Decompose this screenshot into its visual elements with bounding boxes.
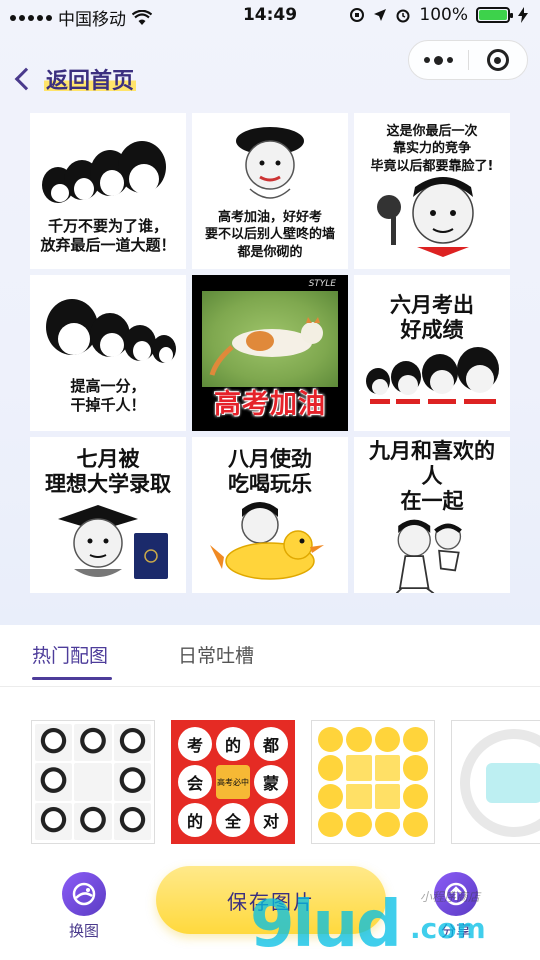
ring-center xyxy=(486,763,540,803)
style-tag: STYLE xyxy=(308,279,336,289)
char-tile: 蒙 xyxy=(254,765,288,799)
alarm-icon xyxy=(396,9,410,23)
save-image-button[interactable]: 保存图片 xyxy=(156,866,386,934)
share-label: 分享 xyxy=(440,922,471,940)
active-tab-indicator xyxy=(32,677,112,680)
meme-caption-7: 七月被 理想大学录取 xyxy=(45,446,171,496)
upload-icon xyxy=(434,872,478,916)
swap-icon xyxy=(62,872,106,916)
meme-grid: 千万不要为了谁， 放弃最后一道大题！ 高考加油，好好考 要不以后别人壁咚的墙 都… xyxy=(30,113,510,593)
char-tile: 会 xyxy=(178,765,212,799)
template-thumbnails: 考 的 都 会 高考必中 蒙 的 全 对 xyxy=(0,690,540,860)
status-bar: 中国移动 14:49 100% xyxy=(0,0,540,30)
meme-cell-5[interactable]: STYLE 高考加油 xyxy=(192,275,348,431)
cat-image xyxy=(209,317,323,376)
meme-cell-2[interactable]: 高考加油，好好考 要不以后别人壁咚的墙 都是你砌的 xyxy=(192,113,348,269)
more-menu-button[interactable] xyxy=(409,55,468,65)
tab-daily-rant[interactable]: 日常吐槽 xyxy=(178,641,254,668)
meme-caption-9: 九月和喜欢的人 在一起 xyxy=(369,439,495,514)
swap-image-label: 换图 xyxy=(68,922,99,940)
meme-caption-6: 六月考出 好成绩 xyxy=(390,292,474,342)
battery-percent: 100% xyxy=(419,5,468,25)
swap-image-button[interactable]: 换图 xyxy=(54,872,114,941)
meme-cell-6[interactable]: 六月考出 好成绩 xyxy=(354,275,510,431)
miniprogram-capsule xyxy=(408,40,528,80)
meme-caption-2: 高考加油，好好考 要不以后别人壁咚的墙 都是你砌的 xyxy=(204,209,335,260)
emoji-grid xyxy=(312,721,434,843)
char-tile: 的 xyxy=(216,727,250,761)
meme-caption-4: 提高一分， 干掉千人！ xyxy=(70,376,146,415)
char-tile: 都 xyxy=(254,727,288,761)
meme-cell-9[interactable]: 九月和喜欢的人 在一起 xyxy=(354,437,510,593)
rotation-lock-icon xyxy=(350,8,365,22)
meme-caption-5: 高考加油 xyxy=(214,389,326,420)
meme-cell-1[interactable]: 千万不要为了谁， 放弃最后一道大题！ xyxy=(30,113,186,269)
meme-caption-3: 这是你最后一次 靠实力的竞争 毕竟以后都要靠脸了! xyxy=(370,123,494,174)
char-tile: 对 xyxy=(254,803,288,837)
meme-duck-art xyxy=(210,502,324,580)
chevron-left-icon xyxy=(14,67,38,91)
char-tile: 的 xyxy=(178,803,212,837)
meme-magnifier-art xyxy=(377,177,474,258)
charging-icon xyxy=(518,7,528,23)
back-home-button[interactable]: 返回首页 xyxy=(12,62,137,96)
red-char-grid: 考 的 都 会 高考必中 蒙 的 全 对 xyxy=(172,721,294,843)
mini-meme-grid xyxy=(32,721,154,843)
bottom-action-bar: 换图 保存图片 分享 9lud .com 小程序商店 xyxy=(0,860,540,960)
meme-couple-art xyxy=(395,519,462,593)
back-home-label: 返回首页 xyxy=(44,63,137,95)
tab-hot-images[interactable]: 热门配图 xyxy=(32,641,108,668)
meme-soldier-art xyxy=(236,126,304,199)
meme-faces-art xyxy=(46,298,176,363)
thumbnail-meme-grid[interactable] xyxy=(31,720,155,844)
thumbnail-emoji-grid[interactable] xyxy=(311,720,435,844)
thumbnail-red-chars[interactable]: 考 的 都 会 高考必中 蒙 的 全 对 xyxy=(171,720,295,844)
center-tile: 高考必中 xyxy=(216,765,250,799)
meme-faces-art xyxy=(42,140,166,203)
battery-icon xyxy=(476,7,513,23)
cat-photo xyxy=(202,291,338,387)
meme-cell-7[interactable]: 七月被 理想大学录取 xyxy=(30,437,186,593)
category-tabs: 热门配图 日常吐槽 xyxy=(0,625,540,687)
share-button[interactable]: 分享 xyxy=(426,872,486,941)
meme-cell-3[interactable]: 这是你最后一次 靠实力的竞争 毕竟以后都要靠脸了! xyxy=(354,113,510,269)
char-tile: 全 xyxy=(216,803,250,837)
meme-cell-4[interactable]: 提高一分， 干掉千人！ xyxy=(30,275,186,431)
meme-cell-8[interactable]: 八月使劲 吃喝玩乐 xyxy=(192,437,348,593)
meme-faces-art xyxy=(366,347,499,405)
save-image-label: 保存图片 xyxy=(227,889,315,914)
meme-graduate-art xyxy=(58,505,168,580)
close-miniprogram-button[interactable] xyxy=(469,49,528,71)
status-right: 100% xyxy=(349,5,528,25)
location-icon xyxy=(374,9,387,21)
target-circle-icon xyxy=(486,49,509,71)
meme-caption-8: 八月使劲 吃喝玩乐 xyxy=(228,446,312,496)
meme-caption-1: 千万不要为了谁， 放弃最后一道大题！ xyxy=(40,216,176,255)
char-tile: 考 xyxy=(178,727,212,761)
thumbnail-ring-layout[interactable] xyxy=(451,720,540,844)
